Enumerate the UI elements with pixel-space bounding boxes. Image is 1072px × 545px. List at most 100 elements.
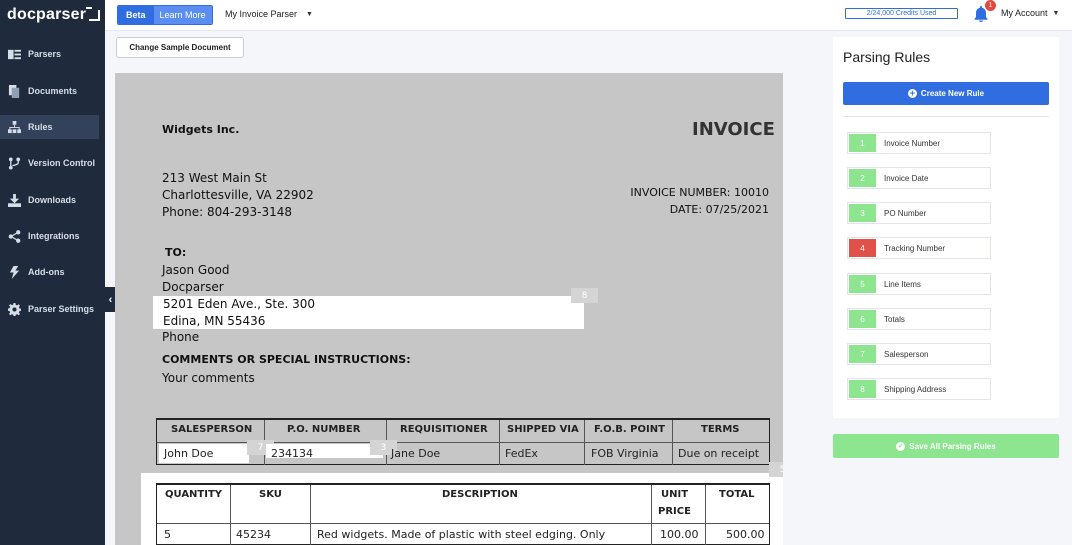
comments-text: Your comments <box>162 371 255 385</box>
account-menu[interactable]: My Account ▼ <box>1001 8 1059 18</box>
table-cell: 100.00 <box>660 528 699 541</box>
line-items-table: QUANTITY SKU DESCRIPTION UNIT PRICE TOTA… <box>156 483 770 545</box>
sidebar-item-rules[interactable]: Rules <box>0 115 99 139</box>
table-header: PRICE <box>658 506 691 517</box>
beta-group: Beta Learn More <box>117 5 213 25</box>
rule-number-badge: 4 <box>849 239 876 257</box>
table-header: TERMS <box>701 424 740 435</box>
sidebar: docparser Parsers Documents Rules Versio… <box>0 0 105 545</box>
sidebar-item-integrations[interactable]: Integrations <box>0 224 99 248</box>
rule-number-badge: 2 <box>849 169 876 187</box>
rule-name: PO Number <box>884 208 927 218</box>
sidebar-item-documents[interactable]: Documents <box>0 79 99 103</box>
sidebar-item-downloads[interactable]: Downloads <box>0 188 99 212</box>
rule-item-totals[interactable]: 6 Totals <box>847 308 991 330</box>
company-phone: Phone: 804-293-3148 <box>162 205 293 219</box>
top-bar: Beta Learn More My Invoice Parser ▼ 2/24… <box>105 0 1072 31</box>
table-cell: 5 <box>164 528 171 541</box>
rule-name: Line Items <box>884 279 921 289</box>
region-label-address: 8 <box>571 288 598 303</box>
parsers-icon <box>7 47 21 61</box>
docparser-logo[interactable]: docparser <box>7 6 101 24</box>
parser-select[interactable]: My Invoice Parser ▼ <box>225 9 313 19</box>
rule-number-badge: 7 <box>849 345 876 363</box>
table-header: REQUISITIONER <box>400 424 488 435</box>
table-header: SKU <box>259 489 282 500</box>
table-header: SHIPPED VIA <box>507 424 579 435</box>
region-label-items: 5 <box>769 462 783 477</box>
notification-badge: 1 <box>985 0 996 11</box>
rule-name: Salesperson <box>884 349 929 359</box>
rule-number-badge: 3 <box>849 204 876 222</box>
credits-used-badge: 2/24,000 Credits Used <box>845 8 958 19</box>
chevron-left-icon: ‹ <box>108 293 113 306</box>
rule-name: Invoice Number <box>884 138 941 148</box>
rule-item-tracking-number[interactable]: 4 Tracking Number <box>847 237 991 259</box>
table-cell: FedEx <box>505 447 538 460</box>
create-new-rule-button[interactable]: + Create New Rule <box>843 82 1049 105</box>
table-header: DESCRIPTION <box>442 489 518 500</box>
rule-number-badge: 8 <box>849 380 876 398</box>
document-preview[interactable]: Widgets Inc. INVOICE 213 West Main St Ch… <box>115 73 783 545</box>
table-cell: Jane Doe <box>391 447 441 460</box>
sidebar-item-parser-settings[interactable]: Parser Settings <box>0 297 99 321</box>
documents-icon <box>7 84 21 98</box>
address-line-1: 213 West Main St <box>162 171 267 185</box>
rule-number-badge: 1 <box>849 134 876 152</box>
beta-button[interactable]: Beta <box>118 6 154 24</box>
to-phone: Phone <box>162 330 200 344</box>
sidebar-item-parsers[interactable]: Parsers <box>0 42 99 66</box>
table-cell: 234134 <box>271 447 313 460</box>
table-header: SALESPERSON <box>171 424 253 435</box>
table-cell: FOB Virginia <box>591 447 659 460</box>
learn-more-button[interactable]: Learn More <box>153 6 212 24</box>
account-label: My Account <box>1001 8 1048 18</box>
rule-item-invoice-date[interactable]: 2 Invoice Date <box>847 167 991 189</box>
rule-name: Tracking Number <box>884 243 946 253</box>
rule-item-line-items[interactable]: 5 Line Items <box>847 273 991 295</box>
table-cell: Due on receipt <box>678 447 760 460</box>
table-header: P.O. NUMBER <box>287 424 361 435</box>
rule-item-shipping-address[interactable]: 8 Shipping Address <box>847 378 991 400</box>
table-cell: 500.00 <box>726 528 765 541</box>
version-control-icon <box>7 156 21 170</box>
caret-down-icon: ▼ <box>306 10 313 18</box>
panel-title: Parsing Rules <box>843 49 931 65</box>
rule-item-po-number[interactable]: 3 PO Number <box>847 202 991 224</box>
table-header: TOTAL <box>719 489 755 500</box>
table-header: QUANTITY <box>165 489 223 500</box>
save-all-parsing-rules-button[interactable]: ✓ Save All Parsing Rules <box>833 434 1059 458</box>
table-cell: 45234 <box>236 528 271 541</box>
rule-item-salesperson[interactable]: 7 Salesperson <box>847 343 991 365</box>
invoice-title: INVOICE <box>692 119 775 140</box>
to-label: TO: <box>165 246 187 259</box>
to-address-1: 5201 Eden Ave., Ste. 300 <box>163 297 316 311</box>
sidebar-item-add-ons[interactable]: Add-ons <box>0 260 99 284</box>
table-header: UNIT <box>661 489 689 500</box>
sidebar-item-version-control[interactable]: Version Control <box>0 151 99 175</box>
rule-name: Totals <box>884 314 905 324</box>
table-cell: John Doe <box>164 447 214 460</box>
address-line-2: Charlottesville, VA 22902 <box>162 188 314 202</box>
comments-label: COMMENTS OR SPECIAL INSTRUCTIONS: <box>162 353 411 366</box>
parser-name: My Invoice Parser <box>225 9 298 19</box>
check-circle-icon: ✓ <box>896 441 906 451</box>
company-name: Widgets Inc. <box>162 123 240 136</box>
parsing-rules-panel: Parsing Rules + Create New Rule 1 Invoic… <box>833 37 1059 418</box>
plus-circle-icon: + <box>907 88 917 98</box>
table-header: F.O.B. POINT <box>594 424 665 435</box>
rules-icon <box>7 120 21 134</box>
share-icon <box>7 229 21 243</box>
caret-down-icon: ▼ <box>1052 9 1060 17</box>
invoice-date: DATE: 07/25/2021 <box>669 203 769 216</box>
rule-number-badge: 5 <box>849 275 876 293</box>
to-address-2: Edina, MN 55436 <box>163 314 266 328</box>
download-icon <box>7 193 21 207</box>
bolt-icon <box>7 265 21 279</box>
change-sample-document-button[interactable]: Change Sample Document <box>116 37 244 58</box>
invoice-number: INVOICE NUMBER: 10010 <box>630 186 769 199</box>
rule-number-badge: 6 <box>849 310 876 328</box>
logo-mark-icon <box>86 6 101 21</box>
rule-item-invoice-number[interactable]: 1 Invoice Number <box>847 132 991 154</box>
gear-icon <box>7 302 21 316</box>
